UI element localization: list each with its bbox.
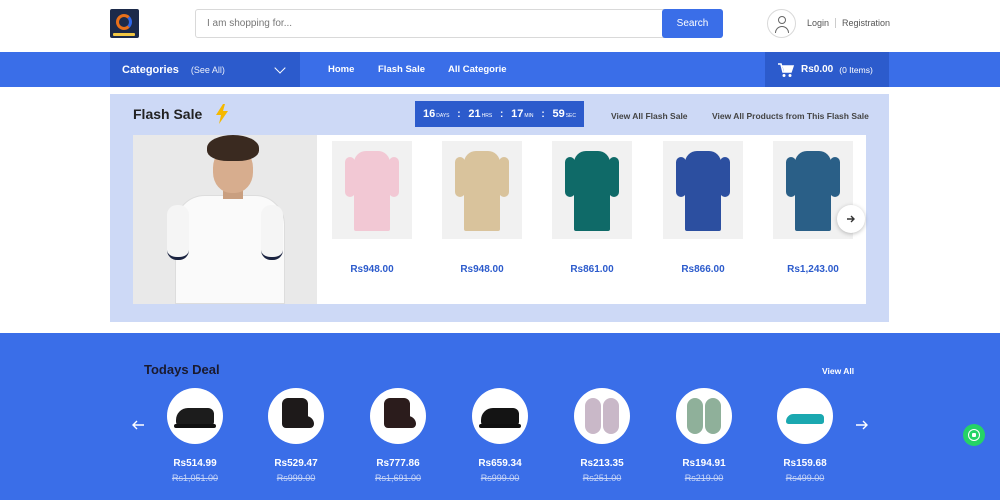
main-navbar: Categories (See All) Home Flash Sale All… — [0, 52, 1000, 87]
whatsapp-icon — [968, 429, 980, 441]
categories-dropdown[interactable]: Categories (See All) — [110, 52, 300, 87]
lightning-icon — [216, 104, 228, 124]
todays-deal-section: Todays Deal View All Rs514.99 Rs1,051.00 R… — [0, 333, 1000, 500]
site-logo[interactable] — [110, 9, 139, 38]
product-image — [663, 141, 743, 239]
product-price: Rs948.00 — [350, 264, 394, 275]
todays-deal-title: Todays Deal — [144, 362, 220, 377]
view-flash-sale-products-link[interactable]: View All Products from This Flash Sale — [712, 111, 869, 121]
site-header: Search Login Registration — [0, 0, 1000, 52]
deal-product-image — [370, 388, 426, 444]
countdown-minutes: 17 MIN — [511, 108, 534, 120]
countdown-hours: 21 HRS — [468, 108, 493, 120]
search-box — [195, 9, 723, 38]
product-price: Rs866.00 — [681, 264, 725, 275]
deal-product-image — [574, 388, 630, 444]
flash-product-card[interactable]: Rs948.00 — [317, 135, 427, 304]
product-image — [442, 141, 522, 239]
deal-original-price: Rs219.00 — [684, 473, 724, 483]
deal-original-price: Rs999.00 — [480, 473, 520, 483]
flash-sale-products: Rs948.00 Rs948.00 Rs861.00 Rs866.00 Rs1,243.… — [133, 135, 866, 304]
arrow-right-icon — [847, 215, 855, 223]
flash-product-card[interactable]: Rs866.00 — [648, 135, 758, 304]
flash-sale-banner-image[interactable] — [133, 135, 317, 304]
deal-product-image — [472, 388, 528, 444]
deal-product-card[interactable]: Rs777.86 Rs1,691.00 — [353, 388, 443, 488]
whatsapp-chat-button[interactable] — [963, 424, 985, 446]
flash-sale-title: Flash Sale — [133, 106, 203, 122]
countdown-seconds: 59 SEC — [552, 108, 576, 120]
deal-price: Rs213.35 — [580, 458, 624, 469]
flash-product-card[interactable]: Rs861.00 — [537, 135, 647, 304]
search-input[interactable] — [196, 10, 661, 37]
deal-product-image — [777, 388, 833, 444]
countdown-days: 16 DAYS — [423, 108, 450, 120]
auth-links: Login Registration — [807, 18, 890, 28]
user-icon[interactable] — [767, 9, 796, 38]
todays-deal-view-all[interactable]: View All — [822, 366, 854, 376]
categories-label: Categories — [122, 63, 179, 76]
deal-original-price: Rs999.00 — [276, 473, 316, 483]
chevron-down-icon — [274, 62, 286, 74]
cart-summary[interactable]: Rs0.00 (0 Items) — [765, 52, 889, 87]
deal-price: Rs659.34 — [478, 458, 522, 469]
deal-product-card[interactable]: Rs529.47 Rs999.00 — [251, 388, 341, 488]
deal-product-card[interactable]: Rs159.68 Rs499.00 — [760, 388, 850, 488]
registration-link[interactable]: Registration — [842, 18, 890, 28]
deal-product-image — [676, 388, 732, 444]
nav-link-flash-sale[interactable]: Flash Sale — [378, 52, 425, 87]
login-link[interactable]: Login — [807, 18, 829, 28]
view-all-flash-sale-link[interactable]: View All Flash Sale — [611, 111, 688, 121]
deal-product-image — [167, 388, 223, 444]
flash-sale-countdown: 16 DAYS : 21 HRS : 17 MIN : 59 SEC — [415, 101, 584, 127]
deal-price: Rs159.68 — [783, 458, 827, 469]
logo-ring-icon — [116, 14, 132, 30]
cart-item-count: (0 Items) — [839, 64, 873, 75]
deal-next-arrow-icon[interactable] — [855, 419, 869, 431]
deal-product-image — [268, 388, 324, 444]
deal-original-price: Rs1,051.00 — [171, 473, 219, 483]
deal-original-price: Rs1,691.00 — [374, 473, 422, 483]
product-price: Rs1,243.00 — [787, 264, 839, 275]
product-price: Rs948.00 — [460, 264, 504, 275]
product-price: Rs861.00 — [570, 264, 614, 275]
deal-price: Rs514.99 — [173, 458, 217, 469]
auth-divider — [835, 18, 837, 28]
cart-icon — [778, 62, 795, 77]
flash-sale-section: Flash Sale 16 DAYS : 21 HRS : 17 MIN : 59 SE… — [110, 94, 889, 322]
deal-product-card[interactable]: Rs213.35 Rs251.00 — [557, 388, 647, 488]
search-button[interactable]: Search — [662, 9, 723, 38]
deal-price: Rs529.47 — [274, 458, 318, 469]
deal-price: Rs777.86 — [376, 458, 420, 469]
nav-link-home[interactable]: Home — [328, 52, 354, 87]
deal-product-card[interactable]: Rs514.99 Rs1,051.00 — [150, 388, 240, 488]
deal-product-card[interactable]: Rs659.34 Rs999.00 — [455, 388, 545, 488]
nav-link-all-categories[interactable]: All Categorie — [448, 52, 507, 87]
flash-product-card[interactable]: Rs948.00 — [427, 135, 537, 304]
flash-sale-next-arrow[interactable] — [837, 205, 865, 233]
deal-original-price: Rs251.00 — [582, 473, 622, 483]
deal-product-card[interactable]: Rs194.91 Rs219.00 — [659, 388, 749, 488]
cart-price: Rs0.00 — [801, 64, 834, 75]
deal-price: Rs194.91 — [682, 458, 726, 469]
product-image — [332, 141, 412, 239]
product-image — [552, 141, 632, 239]
see-all-categories[interactable]: (See All) — [191, 65, 225, 75]
deal-prev-arrow-icon[interactable] — [131, 419, 145, 431]
deal-original-price: Rs499.00 — [785, 473, 825, 483]
